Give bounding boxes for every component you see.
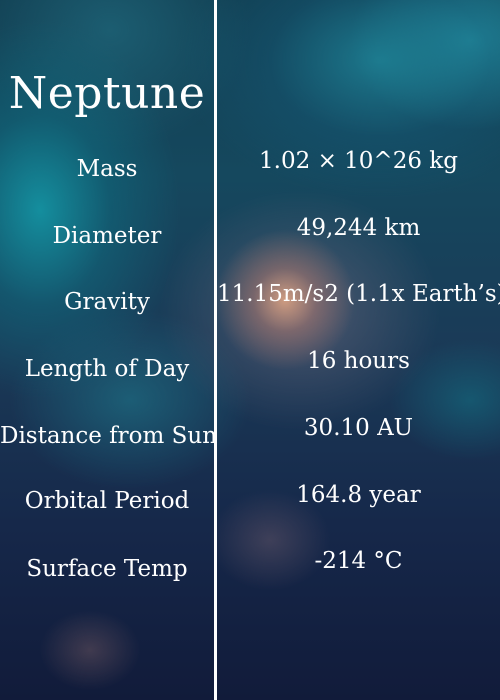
distance-from-sun-value: 30.10 AU bbox=[303, 415, 414, 441]
orbital-period-value: 164.8 year bbox=[296, 482, 421, 508]
surface-temp-label: Surface Temp bbox=[26, 556, 188, 582]
surface-temp-value: -214 °C bbox=[314, 548, 403, 574]
distance-from-sun-label: Distance from Sun bbox=[0, 423, 218, 449]
diameter-value: 49,244 km bbox=[296, 215, 421, 241]
mass-value: 1.02 × 10^26 kg bbox=[259, 148, 458, 174]
length-of-day-label: Length of Day bbox=[24, 356, 190, 382]
length-of-day-value: 16 hours bbox=[307, 348, 410, 374]
gravity-label: Gravity bbox=[64, 289, 150, 315]
diameter-label: Diameter bbox=[52, 223, 162, 249]
gravity-value: 11.15m/s2 (1.1x Earth’s) bbox=[217, 281, 500, 307]
orbital-period-label: Orbital Period bbox=[24, 488, 190, 514]
planet-title: Neptune bbox=[8, 68, 206, 119]
mass-label: Mass bbox=[76, 156, 138, 182]
